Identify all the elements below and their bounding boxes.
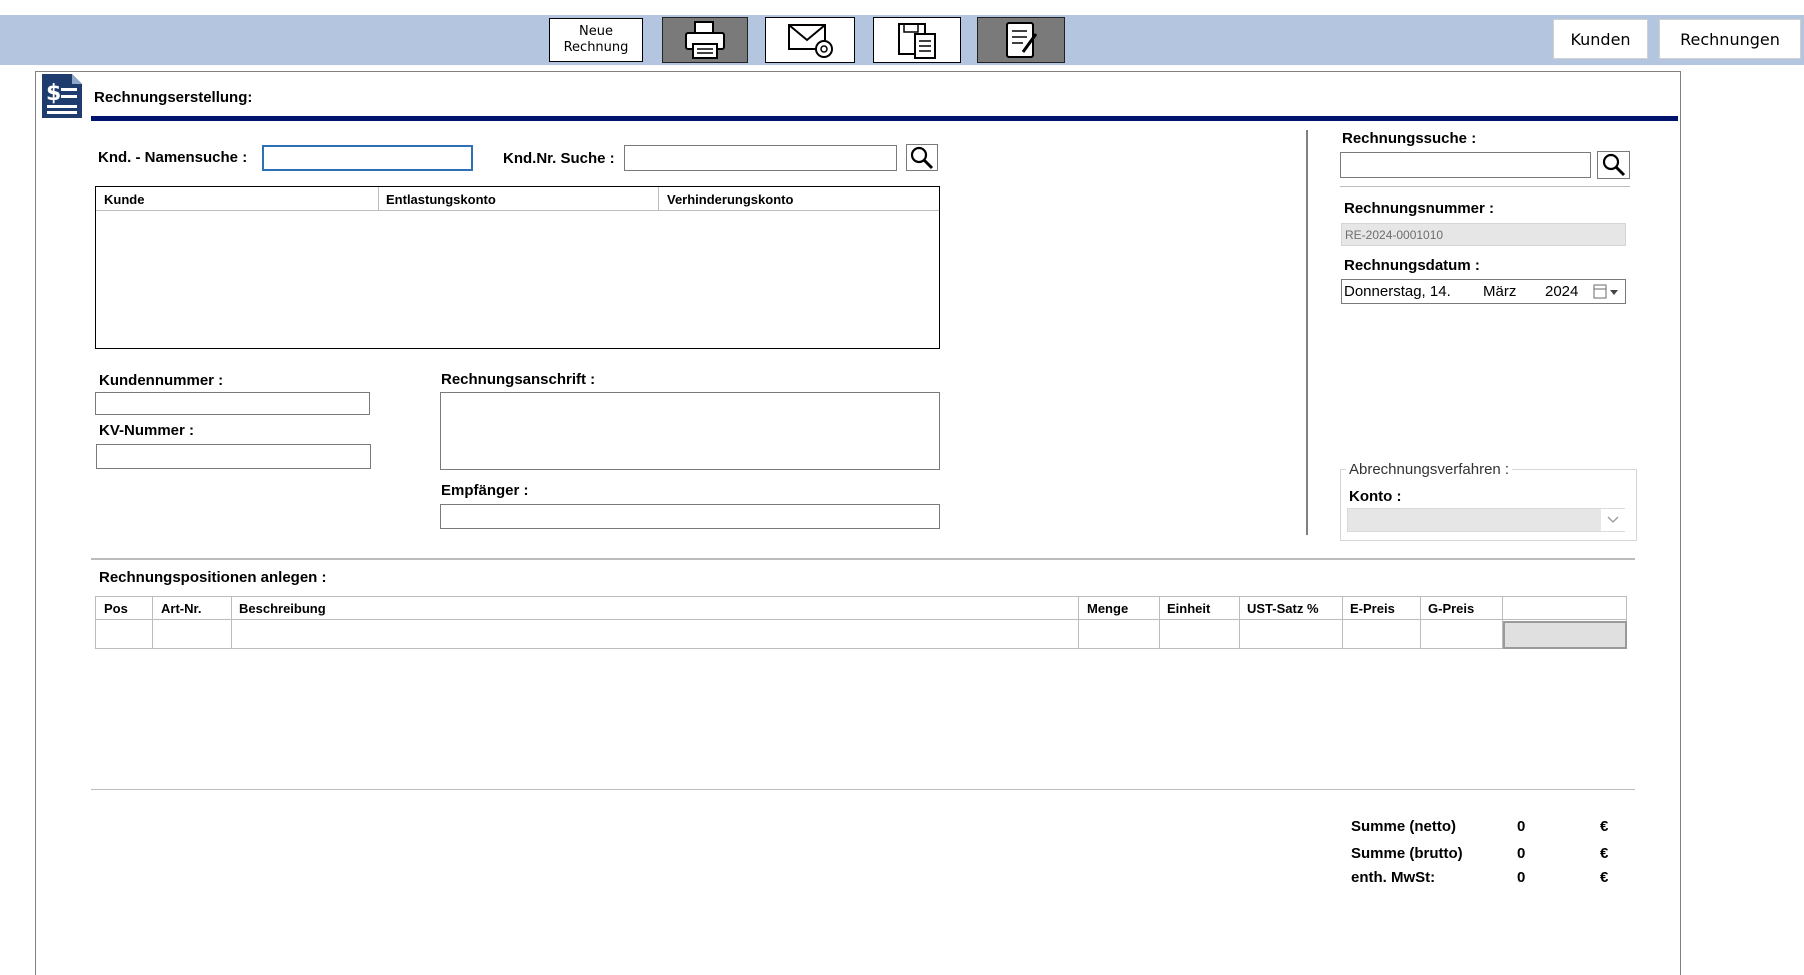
column-header-relief-account-label: Entlastungskonto [386,192,496,207]
positions-title: Rechnungspositionen anlegen : [99,569,327,586]
mail-icon [788,24,833,58]
column-header-unit-label: Einheit [1167,601,1211,616]
position-row-action-cell[interactable] [1503,621,1627,649]
account-select[interactable] [1347,508,1625,532]
column-header-vat-rate-label: UST-Satz % [1247,601,1319,616]
nav-invoices-button[interactable]: Rechnungen [1659,19,1801,59]
print-button[interactable] [662,17,748,63]
recipient-input[interactable] [440,504,940,529]
customer-table-header: Kunde Entlastungskonto Verhinderungskont… [96,187,939,211]
chevron-down-icon [1607,516,1619,523]
edit-document-icon [1006,22,1038,58]
invoice-date-month: März [1483,283,1517,300]
column-header-unit[interactable]: Einheit [1160,597,1240,648]
invoice-search-button[interactable] [1597,151,1630,179]
vertical-divider [1306,130,1308,535]
billing-address-label: Rechnungsanschrift : [441,371,596,388]
svg-text:$: $ [46,81,61,106]
billing-method-label: Abrechnungsverfahren : [1346,461,1513,478]
column-header-unit-price-label: E-Preis [1350,601,1395,616]
invoice-date-weekday: Donnerstag, 14. [1344,283,1451,300]
account-dropdown-button[interactable] [1601,509,1625,531]
column-header-unit-price[interactable]: E-Preis [1343,597,1421,648]
invoice-number-field: RE-2024-0001010 [1341,223,1626,246]
invoice-number-label: Rechnungsnummer : [1344,200,1495,217]
total-net-currency: € [1600,818,1609,835]
search-icon [1602,153,1625,177]
new-invoice-button[interactable]: Neue Rechnung [549,18,643,62]
kv-number-input[interactable] [96,444,371,469]
edit-button[interactable] [977,17,1065,63]
number-search-input[interactable] [624,145,897,171]
nav-customers-button[interactable]: Kunden [1553,19,1648,59]
column-header-quantity[interactable]: Menge [1079,597,1160,648]
name-search-input[interactable] [262,145,473,171]
nav-invoices-label: Rechnungen [1680,29,1780,49]
positions-divider-bottom [91,789,1635,790]
column-header-customer-label: Kunde [104,192,145,207]
new-invoice-label-line1: Neue [579,24,613,39]
number-search-label: Knd.Nr. Suche : [503,150,615,167]
total-vat-currency: € [1600,869,1609,886]
header-divider [91,116,1678,121]
customer-number-input[interactable] [95,392,370,415]
column-header-total-price[interactable]: G-Preis [1421,597,1503,648]
invoice-search-label: Rechnungssuche : [1342,130,1477,147]
column-header-prevention-account[interactable]: Verhinderungskonto [659,187,939,211]
total-gross-currency: € [1600,845,1609,862]
column-header-quantity-label: Menge [1087,601,1129,616]
new-invoice-label-line2: Rechnung [563,40,629,55]
invoice-search-input[interactable] [1340,152,1591,178]
column-header-relief-account[interactable]: Entlastungskonto [379,187,659,211]
total-gross-value: 0 [1517,845,1526,862]
page-title: Rechnungserstellung: [94,89,253,106]
account-label: Konto : [1349,488,1402,505]
column-header-pos-label: Pos [104,601,128,616]
total-net-label: Summe (netto) [1351,818,1456,835]
billing-address-input[interactable] [440,392,940,470]
printer-icon [685,21,725,59]
save-button[interactable] [873,17,961,63]
column-header-prevention-account-label: Verhinderungskonto [667,192,794,207]
column-header-total-price-label: G-Preis [1428,601,1475,616]
search-icon [910,146,934,169]
customer-search-button[interactable] [906,144,938,171]
column-header-article-number-label: Art-Nr. [161,601,202,616]
column-header-pos[interactable]: Pos [96,597,153,648]
positions-divider-top [91,558,1635,560]
name-search-label: Knd. - Namensuche : [98,149,248,166]
total-vat-value: 0 [1517,869,1526,886]
invoice-search-divider [1340,186,1630,187]
calendar-dropdown-icon[interactable] [1593,284,1621,300]
customer-table[interactable]: Kunde Entlastungskonto Verhinderungskont… [95,186,940,349]
total-vat-label: enth. MwSt: [1351,869,1436,886]
invoice-date-year: 2024 [1545,283,1579,300]
invoice-number-value: RE-2024-0001010 [1345,228,1444,242]
total-net-value: 0 [1517,818,1526,835]
save-document-icon [898,23,936,59]
positions-table[interactable]: Pos Art-Nr. Beschreibung Menge Einheit U… [95,596,1627,649]
column-header-vat-rate[interactable]: UST-Satz % [1240,597,1343,648]
nav-customers-label: Kunden [1570,29,1631,49]
total-gross-label: Summe (brutto) [1351,845,1463,862]
column-header-description[interactable]: Beschreibung [232,597,1079,648]
column-header-article-number[interactable]: Art-Nr. [153,597,232,648]
invoice-date-picker[interactable]: Donnerstag, 14. März 2024 [1341,279,1626,304]
column-header-customer[interactable]: Kunde [96,187,379,211]
column-header-description-label: Beschreibung [239,601,326,616]
invoice-date-label: Rechnungsdatum : [1344,257,1480,274]
recipient-label: Empfänger : [441,482,529,499]
kv-number-label: KV-Nummer : [99,422,195,439]
invoice-document-icon: $ [42,74,82,118]
email-button[interactable] [765,17,855,63]
customer-number-label: Kundennummer : [99,372,224,389]
